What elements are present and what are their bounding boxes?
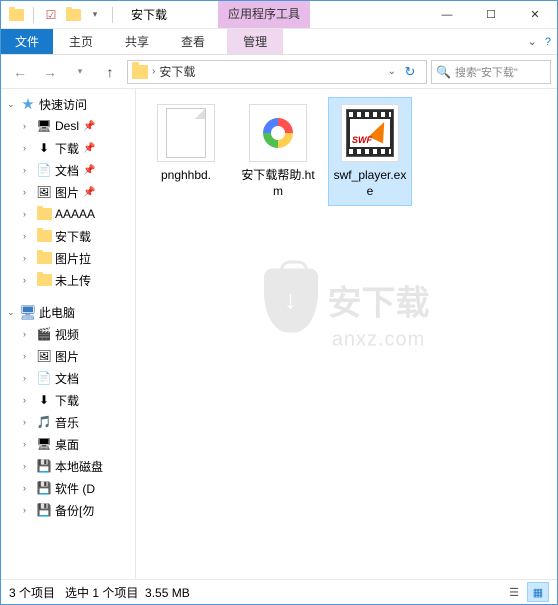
sidebar-item[interactable]: ›🎵音乐 <box>1 411 135 433</box>
minimize-button[interactable]: ― <box>425 1 469 29</box>
blank-file-icon <box>166 108 206 158</box>
star-icon: ★ <box>19 96 37 112</box>
properties-icon[interactable]: ☑ <box>42 6 60 24</box>
title-bar: ☑ ▾ 安下载 应用程序工具 ― ☐ ✕ <box>1 1 557 29</box>
ribbon-tabs: 文件 主页 共享 查看 管理 ⌄ ? <box>1 29 557 55</box>
address-bar[interactable]: › 安下载 ⌄ ↻ <box>127 60 427 84</box>
item-icon: 🖥 <box>35 436 53 452</box>
manage-tab[interactable]: 管理 <box>227 29 283 54</box>
sidebar-item[interactable]: ›💾本地磁盘 <box>1 455 135 477</box>
sidebar-item[interactable]: ›⬇下载 <box>1 389 135 411</box>
ribbon-expand-icon[interactable]: ⌄ <box>528 35 537 48</box>
file-item[interactable]: pnghhbd. <box>144 97 228 206</box>
file-tab[interactable]: 文件 <box>1 29 53 54</box>
sidebar-item[interactable]: ›📄文档📌 <box>1 159 135 181</box>
back-button[interactable]: ← <box>7 59 33 85</box>
file-label: pnghhbd. <box>147 168 225 184</box>
search-placeholder: 搜索"安下载" <box>455 64 518 80</box>
sidebar-item[interactable]: ›图片拉 <box>1 247 135 269</box>
item-icon <box>35 250 53 266</box>
sidebar-item[interactable]: ›💾备份[勿 <box>1 499 135 521</box>
item-icon: ⬇ <box>35 392 53 408</box>
collapse-icon[interactable]: ⌄ <box>7 99 17 110</box>
pin-icon: 📌 <box>83 165 95 176</box>
watermark: 安下载 anxz.com <box>264 268 430 351</box>
sidebar-item[interactable]: ›💾软件 (D <box>1 477 135 499</box>
status-bar: 3 个项目 选中 1 个项目 3.55 MB ☰ ▦ <box>1 579 557 604</box>
item-icon: 🎵 <box>35 414 53 430</box>
sidebar-item[interactable]: ›🖼图片📌 <box>1 181 135 203</box>
sidebar-item[interactable]: ›🖥桌面 <box>1 433 135 455</box>
item-icon: 📄 <box>35 162 53 178</box>
address-dropdown-icon[interactable]: ⌄ <box>388 66 396 77</box>
forward-button: → <box>37 59 63 85</box>
item-icon: 🎬 <box>35 326 53 342</box>
item-icon: ⬇ <box>35 140 53 156</box>
this-pc-header[interactable]: ⌄ 🖥 此电脑 <box>1 301 135 323</box>
sidebar-item[interactable]: ›未上传 <box>1 269 135 291</box>
new-folder-icon[interactable] <box>64 6 82 24</box>
sidebar-item[interactable]: ›🖥Desl📌 <box>1 115 135 137</box>
view-tab[interactable]: 查看 <box>165 29 221 54</box>
item-icon: 🖼 <box>35 348 53 364</box>
pin-icon: 📌 <box>83 187 95 198</box>
item-icon <box>35 272 53 288</box>
pin-icon: 📌 <box>83 121 95 132</box>
quick-access-header[interactable]: ⌄ ★ 快速访问 <box>1 93 135 115</box>
file-item[interactable]: SWF swf_player.exe <box>328 97 412 206</box>
details-view-button[interactable]: ☰ <box>503 582 525 602</box>
item-icon: 💾 <box>35 458 53 474</box>
swf-icon: SWF <box>346 109 394 157</box>
context-tab-header: 应用程序工具 <box>218 1 310 28</box>
share-tab[interactable]: 共享 <box>109 29 165 54</box>
help-icon[interactable]: ? <box>545 36 551 48</box>
qat-dropdown-icon[interactable]: ▾ <box>86 6 104 24</box>
folder-icon <box>132 65 148 79</box>
chevron-right-icon[interactable]: › <box>152 66 155 77</box>
home-tab[interactable]: 主页 <box>53 29 109 54</box>
htm-icon <box>257 112 299 154</box>
sidebar-item[interactable]: ›⬇下载📌 <box>1 137 135 159</box>
file-label: swf_player.exe <box>331 168 409 199</box>
navigation-bar: ← → ▾ ↑ › 安下载 ⌄ ↻ 🔍 搜索"安下载" <box>1 55 557 89</box>
selection-info: 选中 1 个项目 3.55 MB <box>65 584 190 601</box>
up-button[interactable]: ↑ <box>97 59 123 85</box>
item-icon <box>35 228 53 244</box>
file-item[interactable]: 安下载帮助.htm <box>236 97 320 206</box>
quick-access-toolbar: ☑ ▾ <box>1 6 123 24</box>
item-count: 3 个项目 <box>9 584 55 601</box>
item-icon: 💾 <box>35 502 53 518</box>
pc-icon: 🖥 <box>19 304 37 320</box>
window-title: 安下载 <box>131 6 167 23</box>
collapse-icon[interactable]: ⌄ <box>7 307 17 318</box>
search-input[interactable]: 🔍 搜索"安下载" <box>431 60 551 84</box>
sidebar-item[interactable]: ›🎬视频 <box>1 323 135 345</box>
file-list[interactable]: 安下载 anxz.com pnghhbd. 安下载帮助.htm SWF swf_pla… <box>136 89 557 579</box>
item-icon: 💾 <box>35 480 53 496</box>
item-icon <box>35 206 53 222</box>
sidebar-item[interactable]: ›安下载 <box>1 225 135 247</box>
item-icon: 📄 <box>35 370 53 386</box>
item-icon: 🖼 <box>35 184 53 200</box>
item-icon: 🖥 <box>35 118 53 134</box>
search-icon: 🔍 <box>436 65 451 79</box>
sidebar-item[interactable]: ›📄文档 <box>1 367 135 389</box>
navigation-pane[interactable]: ⌄ ★ 快速访问 ›🖥Desl📌›⬇下载📌›📄文档📌›🖼图片📌›AAAAA›安下… <box>1 89 136 579</box>
breadcrumb-text[interactable]: 安下载 <box>159 63 195 80</box>
maximize-button[interactable]: ☐ <box>469 1 513 29</box>
folder-icon <box>7 6 25 24</box>
pin-icon: 📌 <box>83 143 95 154</box>
file-label: 安下载帮助.htm <box>239 168 317 199</box>
close-button[interactable]: ✕ <box>513 1 557 29</box>
sidebar-item[interactable]: ›AAAAA <box>1 203 135 225</box>
recent-dropdown[interactable]: ▾ <box>67 59 93 85</box>
refresh-button[interactable]: ↻ <box>398 64 422 80</box>
sidebar-item[interactable]: ›🖼图片 <box>1 345 135 367</box>
icons-view-button[interactable]: ▦ <box>527 582 549 602</box>
